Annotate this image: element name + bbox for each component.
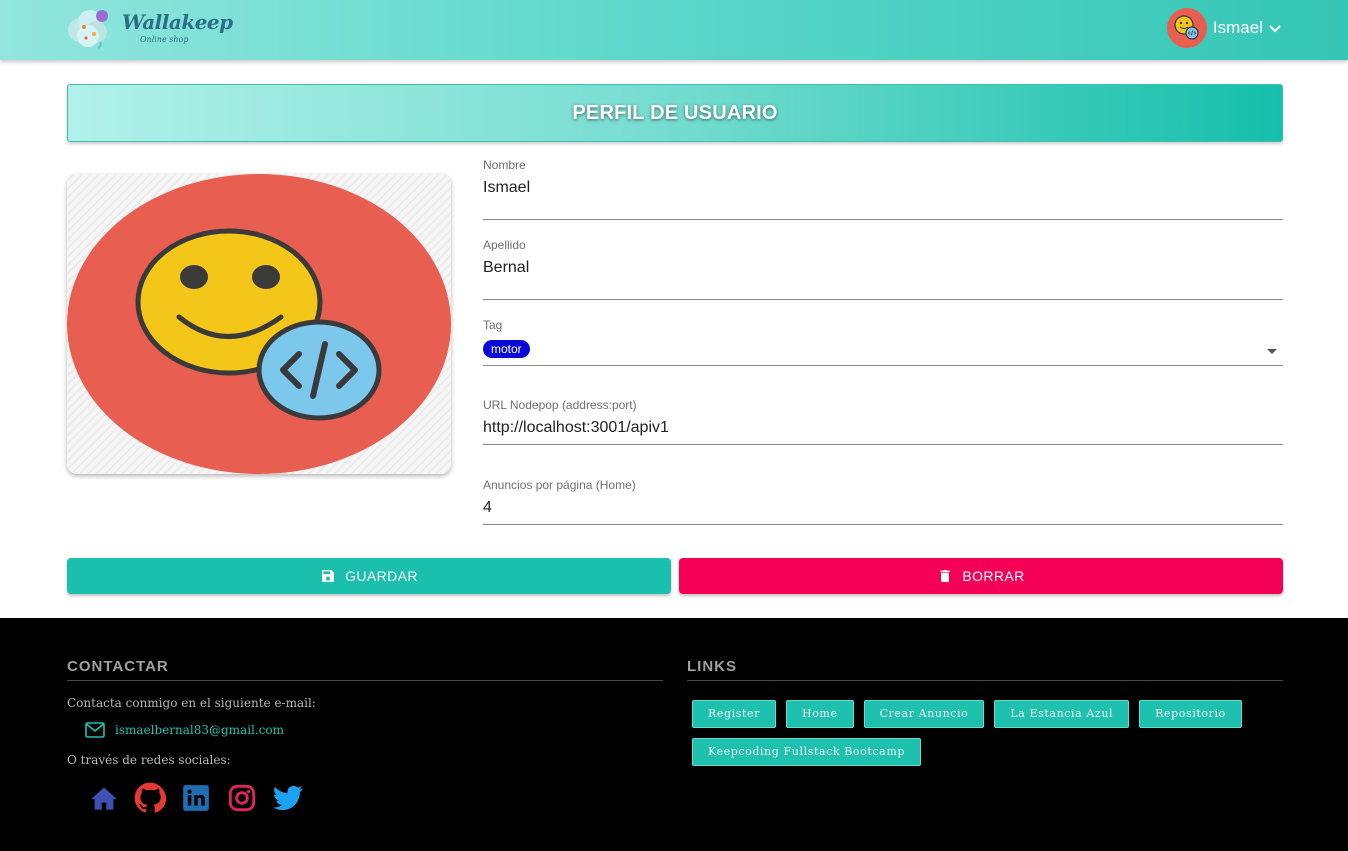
- anuncios-field: Anuncios por página (Home): [483, 478, 1283, 525]
- profile-avatar-card: [67, 174, 451, 474]
- save-button[interactable]: GUARDAR: [67, 558, 671, 594]
- github-icon[interactable]: [134, 782, 166, 814]
- avatar: [1166, 8, 1207, 48]
- contact-heading: CONTACTAR: [67, 658, 663, 681]
- social-links: [88, 782, 318, 814]
- trash-icon: [937, 568, 953, 584]
- logo-text: Wallakeep: [122, 10, 233, 34]
- link-home[interactable]: Home: [786, 700, 854, 728]
- logo-icon: [68, 10, 108, 49]
- user-name: Ismael: [1212, 18, 1263, 37]
- anuncios-input[interactable]: [483, 499, 1283, 517]
- twitter-icon[interactable]: [272, 782, 304, 814]
- save-button-label: GUARDAR: [345, 568, 418, 584]
- tag-select[interactable]: Tag motor: [483, 318, 1283, 366]
- delete-button-label: BORRAR: [962, 568, 1025, 584]
- user-avatar-icon: [1174, 15, 1199, 40]
- link-crear-anuncio[interactable]: Crear Anuncio: [863, 700, 985, 728]
- email-row: ismaelbernal83@gmail.com: [85, 722, 284, 738]
- links-heading: LINKS: [687, 658, 1283, 681]
- home-icon[interactable]: [88, 782, 120, 814]
- delete-button[interactable]: BORRAR: [679, 558, 1283, 594]
- nombre-input[interactable]: [483, 179, 1283, 197]
- page-title: PERFIL DE USUARIO: [572, 101, 778, 124]
- nombre-label: Nombre: [483, 158, 526, 172]
- url-input[interactable]: [483, 419, 1283, 437]
- tag-label: Tag: [483, 318, 503, 332]
- chevron-down-icon: [1269, 25, 1281, 33]
- link-keepcoding-bootcamp[interactable]: Keepcoding Fullstack Bootcamp: [692, 738, 921, 766]
- footer-links: Register Home Crear Anuncio La Estancia …: [687, 700, 1247, 776]
- linkedin-icon[interactable]: [180, 782, 212, 814]
- user-menu[interactable]: Ismael: [1166, 8, 1282, 48]
- anuncios-label: Anuncios por página (Home): [483, 478, 636, 492]
- apellido-input[interactable]: [483, 259, 1283, 277]
- tag-chip[interactable]: motor: [483, 340, 530, 358]
- profile-avatar-image: [67, 174, 451, 474]
- nombre-field: Nombre: [483, 158, 1283, 220]
- apellido-label: Apellido: [483, 238, 526, 252]
- dropdown-arrow-icon[interactable]: [1267, 349, 1277, 354]
- save-icon: [320, 568, 336, 584]
- logo-subtitle: Online shop: [140, 35, 189, 44]
- mail-icon: [85, 722, 105, 738]
- contact-text: Contacta conmigo en el siguiente e-mail:: [67, 696, 316, 710]
- instagram-icon[interactable]: [226, 782, 258, 814]
- footer: CONTACTAR LINKS Contacta conmigo en el s…: [0, 618, 1348, 851]
- email-link[interactable]: ismaelbernal83@gmail.com: [115, 723, 284, 737]
- logo[interactable]: Wallakeep Online shop: [66, 6, 233, 52]
- social-text: O través de redes sociales:: [67, 753, 231, 767]
- apellido-field: Apellido: [483, 238, 1283, 300]
- link-register[interactable]: Register: [692, 700, 776, 728]
- top-app-bar: Wallakeep Online shop Ismael: [0, 0, 1348, 60]
- link-repositorio[interactable]: Repositorio: [1139, 700, 1242, 728]
- url-label: URL Nodepop (address:port): [483, 398, 637, 412]
- page-title-banner: PERFIL DE USUARIO: [67, 84, 1283, 142]
- url-field: URL Nodepop (address:port): [483, 398, 1283, 445]
- link-la-estancia-azul[interactable]: La Estancia Azul: [994, 700, 1130, 728]
